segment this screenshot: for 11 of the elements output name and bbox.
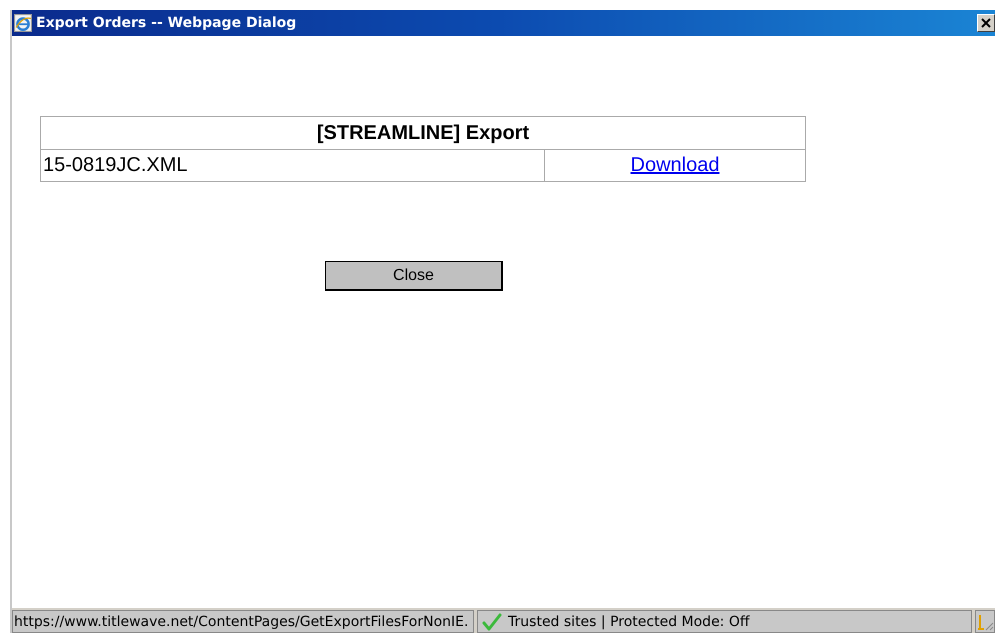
browser-icon [14, 14, 32, 32]
close-button[interactable] [977, 14, 995, 32]
resize-grip-icon[interactable] [976, 612, 994, 630]
close-icon [981, 18, 991, 28]
table-heading: [STREAMLINE] Export [40, 116, 806, 150]
zone-text: Trusted sites | Protected Mode: Off [508, 614, 750, 630]
close-button[interactable]: Close [325, 261, 503, 291]
table-cell: 15-0819JC.XML [40, 150, 544, 182]
status-url: https://www.titlewave.net/ContentPages/GetExportFilesForNonIE. [12, 610, 474, 633]
check-icon [482, 612, 502, 632]
window-title: Export Orders -- Webpage Dialog [36, 15, 298, 31]
